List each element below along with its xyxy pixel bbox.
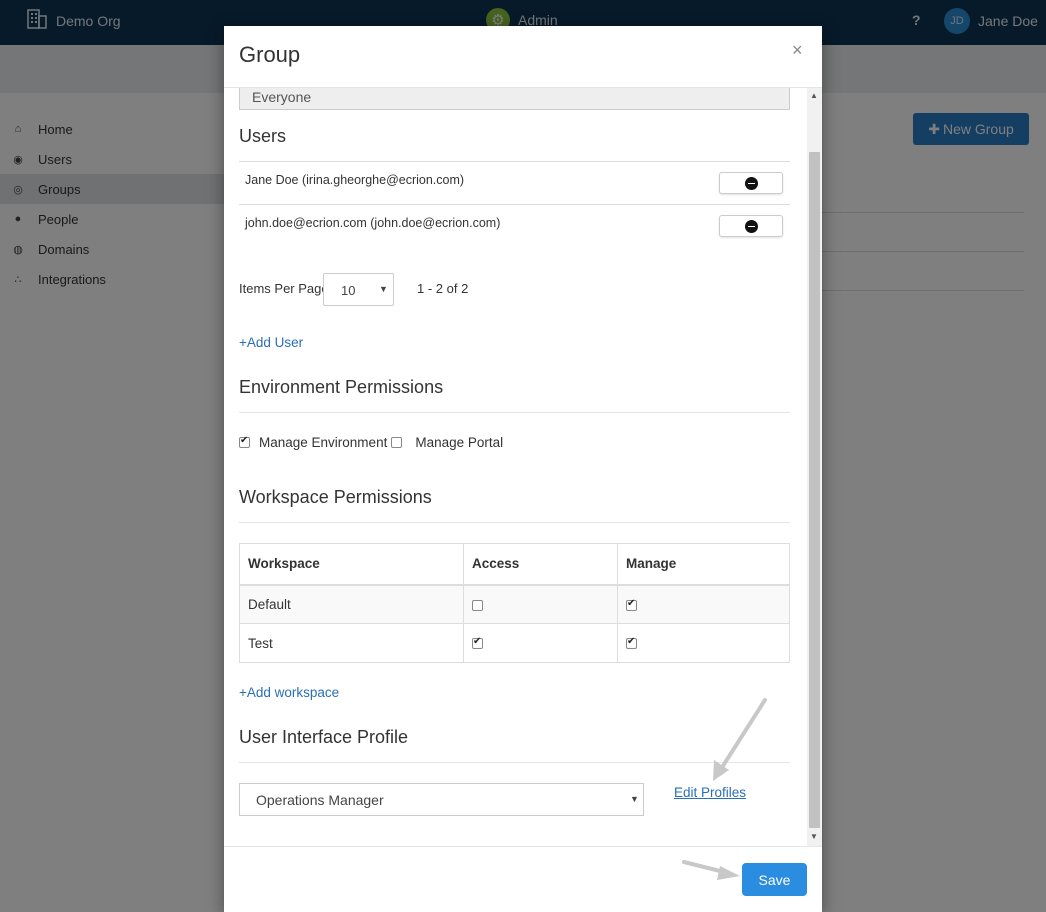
column-header-access: Access bbox=[463, 543, 618, 586]
access-cell bbox=[463, 584, 618, 624]
add-workspace-link[interactable]: +Add workspace bbox=[239, 685, 339, 700]
workspace-table: Workspace Access Manage Default Test bbox=[239, 543, 790, 663]
divider bbox=[239, 762, 790, 763]
access-checkbox[interactable] bbox=[472, 636, 483, 650]
modal-header: Group × bbox=[224, 26, 822, 88]
manage-portal-label: Manage Portal bbox=[415, 435, 504, 450]
modal-footer: Save bbox=[224, 846, 822, 912]
minus-circle-icon bbox=[744, 219, 758, 233]
user-row-label: Jane Doe (irina.gheorghe@ecrion.com) bbox=[245, 173, 465, 187]
close-icon[interactable]: × bbox=[792, 40, 803, 61]
items-per-page-value: 10 bbox=[341, 283, 356, 298]
manage-portal-checkbox[interactable] bbox=[391, 437, 403, 448]
modal-body: Everyone Users Jane Doe (irina.gheorghe@… bbox=[224, 88, 822, 846]
table-row: Test bbox=[239, 623, 790, 663]
caret-down-icon: ▼ bbox=[630, 794, 639, 804]
manage-environment-label: Manage Environment bbox=[259, 435, 388, 450]
manage-environment-checkbox[interactable] bbox=[239, 435, 250, 448]
access-checkbox[interactable] bbox=[472, 599, 483, 611]
scrollbar-thumb[interactable] bbox=[809, 152, 820, 828]
caret-down-icon: ▼ bbox=[379, 284, 388, 294]
save-button[interactable]: Save bbox=[742, 863, 807, 896]
column-header-workspace: Workspace bbox=[239, 543, 464, 586]
table-row: Default bbox=[239, 584, 790, 624]
group-modal: Group × Everyone Users Jane Doe (irina.g… bbox=[224, 26, 822, 912]
column-header-manage: Manage bbox=[617, 543, 790, 586]
manage-checkbox[interactable] bbox=[626, 636, 637, 650]
scroll-down-icon[interactable]: ▼ bbox=[810, 832, 818, 841]
ui-profile-select[interactable]: Operations Manager ▼ bbox=[239, 783, 644, 816]
group-name-field[interactable]: Everyone bbox=[239, 88, 790, 110]
workspace-name: Default bbox=[239, 584, 464, 624]
pagination-range: 1 - 2 of 2 bbox=[417, 281, 469, 296]
edit-profiles-link[interactable]: Edit Profiles bbox=[674, 785, 746, 800]
user-row: john.doe@ecrion.com (john.doe@ecrion.com… bbox=[239, 204, 790, 247]
workspace-permissions-heading: Workspace Permissions bbox=[239, 487, 432, 507]
ui-profile-heading: User Interface Profile bbox=[239, 727, 409, 747]
manage-cell bbox=[617, 584, 790, 624]
minus-circle-icon bbox=[744, 176, 758, 190]
env-permissions-heading: Environment Permissions bbox=[239, 377, 444, 397]
scroll-up-icon[interactable]: ▲ bbox=[810, 91, 818, 100]
manage-checkbox[interactable] bbox=[626, 598, 637, 611]
user-row: Jane Doe (irina.gheorghe@ecrion.com) bbox=[239, 161, 790, 204]
modal-scrollbar[interactable]: ▲ ▼ bbox=[807, 88, 822, 846]
env-permissions: Manage Environment Manage Portal bbox=[239, 435, 507, 450]
manage-cell bbox=[617, 623, 790, 663]
add-user-link[interactable]: +Add User bbox=[239, 335, 303, 350]
modal-title: Group bbox=[239, 42, 301, 67]
remove-user-button[interactable] bbox=[719, 172, 783, 194]
table-header-row: Workspace Access Manage bbox=[239, 543, 790, 586]
ui-profile-value: Operations Manager bbox=[256, 792, 384, 808]
workspace-name: Test bbox=[239, 623, 464, 663]
divider bbox=[239, 412, 790, 413]
items-per-page-select[interactable]: 10 ▼ bbox=[323, 273, 394, 306]
user-row-label: john.doe@ecrion.com (john.doe@ecrion.com… bbox=[245, 216, 501, 230]
remove-user-button[interactable] bbox=[719, 215, 783, 237]
divider bbox=[239, 522, 790, 523]
users-heading: Users bbox=[239, 126, 287, 146]
items-per-page-label: Items Per Page bbox=[239, 281, 329, 296]
access-cell bbox=[463, 623, 618, 663]
